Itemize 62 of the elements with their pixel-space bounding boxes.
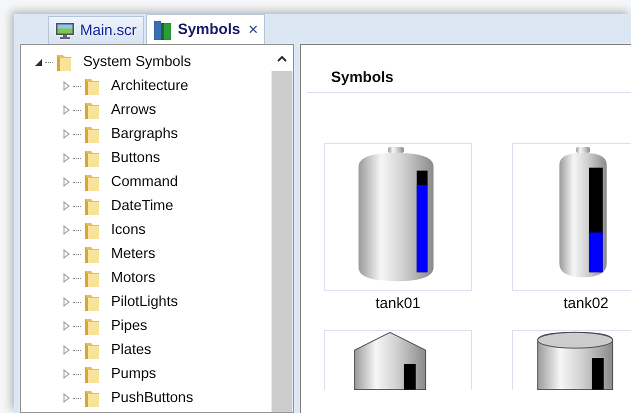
- scrollbar[interactable]: [271, 45, 293, 412]
- expanded-icon[interactable]: [34, 58, 42, 66]
- tree-item[interactable]: DateTime: [111, 198, 174, 214]
- folder-icon: [83, 100, 101, 120]
- tree-item[interactable]: PilotLights: [111, 294, 178, 310]
- books-icon: [152, 18, 173, 40]
- folder-icon: [83, 292, 101, 312]
- folder-icon: [55, 52, 73, 72]
- panel-title: Symbols: [331, 69, 394, 86]
- tree-item[interactable]: PushButtons: [111, 390, 194, 406]
- folder-icon: [83, 76, 101, 96]
- folder-icon: [83, 196, 101, 216]
- tree-item[interactable]: Pipes: [111, 318, 148, 334]
- folder-icon: [83, 124, 101, 144]
- tree-item[interactable]: Plates: [111, 342, 152, 358]
- collapsed-icon[interactable]: [62, 345, 70, 355]
- tree-item[interactable]: Motors: [111, 270, 156, 286]
- collapsed-icon[interactable]: [62, 81, 70, 91]
- tree-item[interactable]: Buttons: [111, 150, 160, 166]
- folder-icon: [83, 244, 101, 264]
- tree-item[interactable]: Arrows: [111, 102, 156, 118]
- folder-icon: [83, 172, 101, 192]
- caret-icon: [277, 54, 287, 62]
- symbol-tile[interactable]: [512, 143, 631, 291]
- collapsed-icon[interactable]: [62, 393, 70, 403]
- collapsed-icon[interactable]: [62, 129, 70, 139]
- folder-icon: [83, 364, 101, 384]
- tab[interactable]: Symbols ×: [146, 14, 266, 44]
- folder-icon: [83, 316, 101, 336]
- close-button[interactable]: ×: [248, 20, 258, 40]
- folder-icon: [83, 148, 101, 168]
- collapsed-icon[interactable]: [62, 369, 70, 379]
- collapsed-icon[interactable]: [62, 177, 70, 187]
- symbol-label: tank01: [375, 295, 421, 312]
- collapsed-icon[interactable]: [62, 273, 70, 283]
- tree-item[interactable]: Command: [111, 174, 178, 190]
- tree-item[interactable]: Icons: [111, 222, 146, 238]
- monitor-icon: [55, 22, 75, 40]
- folder-icon: [83, 340, 101, 360]
- tab[interactable]: Main.scr: [48, 16, 144, 44]
- folder-icon: [83, 220, 101, 240]
- symbol-tile[interactable]: [512, 330, 631, 390]
- tree-item[interactable]: Meters: [111, 246, 156, 262]
- collapsed-icon[interactable]: [62, 297, 70, 307]
- tree-item[interactable]: Bargraphs: [111, 126, 178, 142]
- tree-item[interactable]: System Symbols: [83, 54, 191, 70]
- collapsed-icon[interactable]: [62, 225, 70, 235]
- collapsed-icon[interactable]: [62, 201, 70, 211]
- collapsed-icon[interactable]: [62, 249, 70, 259]
- symbol-tile[interactable]: [324, 330, 472, 390]
- collapsed-icon[interactable]: [62, 105, 70, 115]
- folder-icon: [83, 268, 101, 288]
- symbol-label: tank02: [563, 295, 609, 312]
- collapsed-icon[interactable]: [62, 153, 70, 163]
- folder-icon: [83, 388, 101, 408]
- level-gauge: [592, 358, 604, 390]
- tree-item[interactable]: Architecture: [111, 78, 188, 94]
- scrollbar-thumb[interactable]: [272, 71, 292, 412]
- scroll-up-button[interactable]: [271, 45, 293, 71]
- symbol-tile[interactable]: [324, 143, 472, 291]
- tree-item[interactable]: Pumps: [111, 366, 156, 382]
- collapsed-icon[interactable]: [62, 321, 70, 331]
